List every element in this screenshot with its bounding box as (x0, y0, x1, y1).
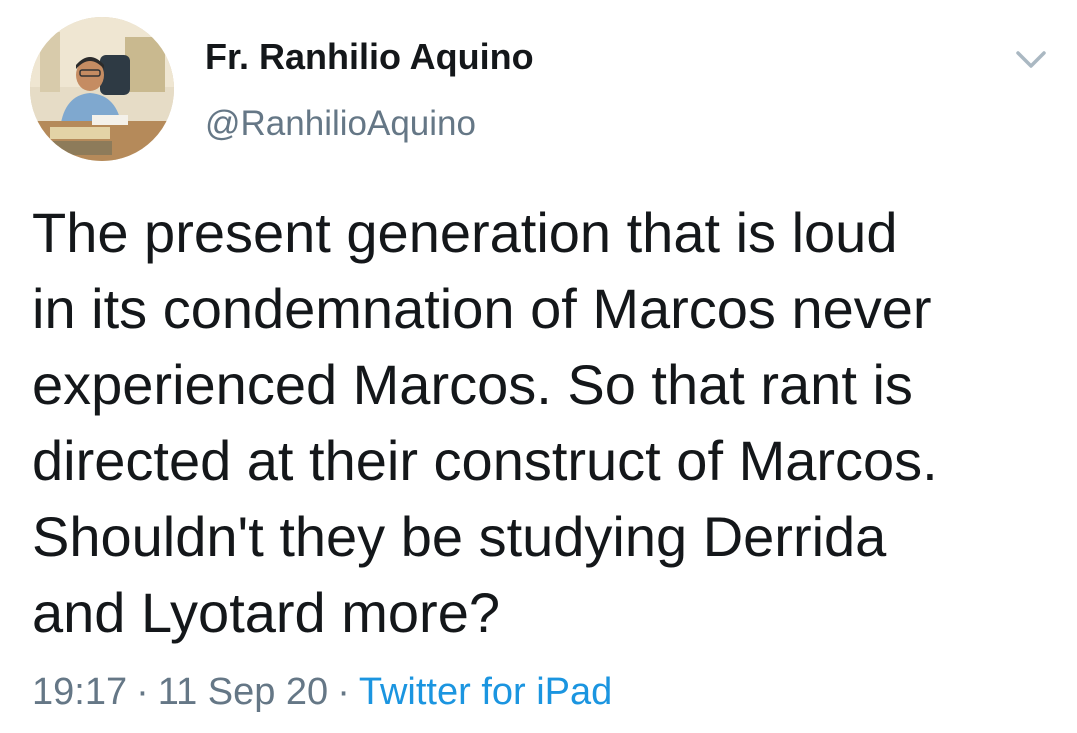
author-handle[interactable]: @RanhilioAquino (205, 104, 476, 144)
tweet-time[interactable]: 19:17 (32, 671, 127, 713)
tweet-metadata: 19:17 · 11 Sep 20 · Twitter for iPad (32, 671, 612, 714)
tweet-source-link[interactable]: Twitter for iPad (359, 671, 612, 713)
metadata-separator: · (337, 671, 350, 713)
tweet-card: Fr. Ranhilio Aquino @RanhilioAquino The … (0, 0, 1077, 733)
avatar[interactable] (30, 17, 174, 161)
avatar-photo (30, 17, 174, 161)
metadata-separator: · (136, 671, 149, 713)
tweet-date[interactable]: 11 Sep 20 (158, 671, 328, 713)
tweet-text: The present generation that is loud in i… (32, 201, 938, 644)
chevron-down-icon[interactable] (1013, 45, 1049, 73)
author-display-name[interactable]: Fr. Ranhilio Aquino (205, 36, 534, 78)
